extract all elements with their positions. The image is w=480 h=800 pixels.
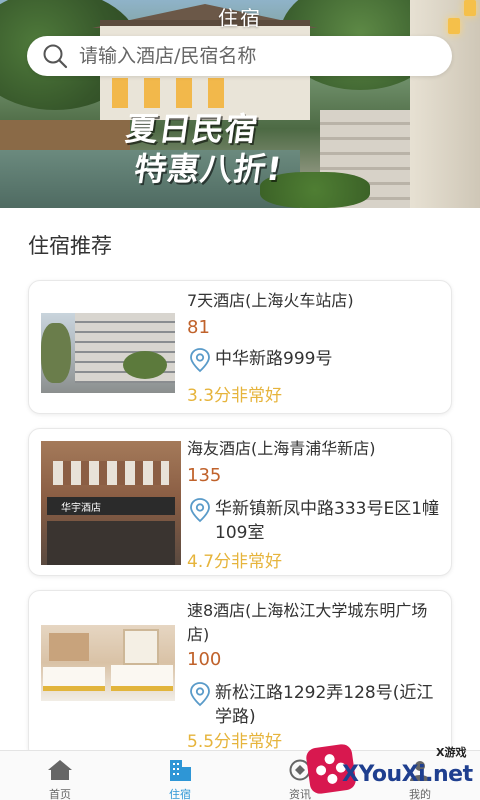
hotel-rating: 4.7分非常好 <box>187 552 283 572</box>
hotel-photo: 华宇酒店 <box>41 441 181 565</box>
hotel-rating: 5.5分非常好 <box>187 732 283 752</box>
hero-banner[interactable]: 住宿 夏日民宿 特惠八折! <box>0 0 480 208</box>
hotel-card[interactable]: 速8酒店(上海松江大学城东明广场店) 100 新松江路1292弄128号(近江学… <box>28 590 452 760</box>
hotel-address-row: 新松江路1292弄128号(近江学路) <box>187 681 445 729</box>
hotel-card[interactable]: 7天酒店(上海火车站店) 81 中华新路999号 3.3分非常好 <box>28 280 452 414</box>
photo-tree <box>41 323 71 383</box>
watermark-small-text: X游戏 <box>436 746 467 759</box>
hotel-address: 新松江路1292弄128号(近江学路) <box>215 683 434 727</box>
watermark-text: XYouXi.net <box>342 762 473 787</box>
home-icon <box>47 759 73 781</box>
photo-headboard <box>49 633 89 661</box>
location-pin-icon <box>187 681 213 707</box>
banner-window <box>112 78 128 108</box>
promo-text: 夏日民宿 特惠八折! <box>118 104 359 188</box>
section-title: 住宿推荐 <box>28 234 112 258</box>
photo-sign-text: 华宇酒店 <box>61 503 101 514</box>
hotel-address: 中华新路999号 <box>215 349 333 369</box>
hotel-card[interactable]: 华宇酒店 海友酒店(上海青浦华新店) 135 华新镇新凤中路333号E区1幢10… <box>28 428 452 576</box>
promo-line-2: 特惠八折! <box>131 150 285 188</box>
building-icon <box>167 759 193 781</box>
hotel-address: 华新镇新凤中路333号E区1幢109室 <box>215 499 440 543</box>
search-input[interactable] <box>79 45 439 67</box>
search-icon <box>41 42 69 70</box>
tab-home[interactable]: 首页 <box>0 751 120 800</box>
tab-label: 住宿 <box>169 788 191 800</box>
photo-windows <box>53 461 169 485</box>
hotel-name: 海友酒店(上海青浦华新店) <box>187 439 376 458</box>
photo-bed <box>111 665 173 691</box>
photo-window <box>123 629 159 665</box>
page-title: 住宿 <box>218 6 262 30</box>
location-pin-icon <box>187 497 213 523</box>
hotel-address-row: 中华新路999号 <box>187 347 445 373</box>
photo-storefront <box>47 521 175 565</box>
hotel-photo <box>41 313 175 393</box>
hotel-price: 81 <box>187 317 210 338</box>
hotel-address-row: 华新镇新凤中路333号E区1幢109室 <box>187 497 445 545</box>
hotel-rating: 3.3分非常好 <box>187 386 283 406</box>
hotel-price: 100 <box>187 649 222 670</box>
photo-tree <box>123 351 167 379</box>
hotel-price: 135 <box>187 465 222 486</box>
hotel-name: 7天酒店(上海火车站店) <box>187 291 354 310</box>
hotel-photo <box>41 625 175 701</box>
banner-wall <box>410 0 480 208</box>
tab-lodging[interactable]: 住宿 <box>120 751 240 800</box>
search-bar[interactable] <box>27 36 452 76</box>
hotel-name: 速8酒店(上海松江大学城东明广场店) <box>187 601 428 644</box>
tab-label: 首页 <box>49 788 71 800</box>
photo-bed <box>43 667 105 691</box>
photo-sign: 华宇酒店 <box>47 497 175 515</box>
location-pin-icon <box>187 347 213 373</box>
watermark: X游戏 XYouXi.net <box>305 742 480 800</box>
